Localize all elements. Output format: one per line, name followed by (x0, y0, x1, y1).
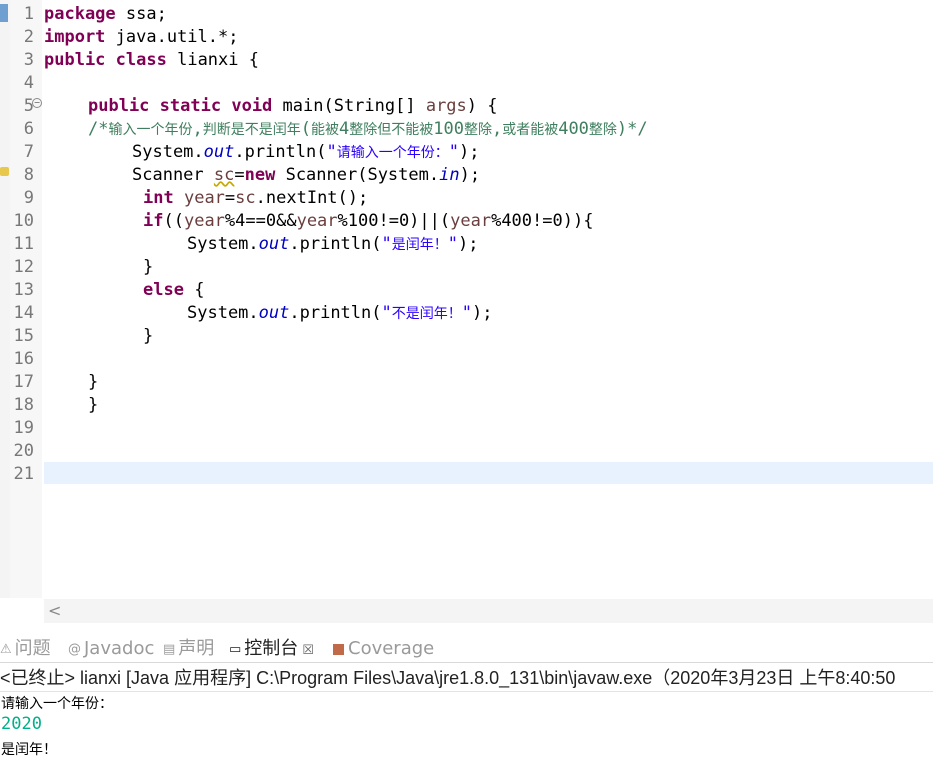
code-line-3: 3 public class lianxi { (0, 49, 933, 72)
console-process-header: <已终止> lianxi [Java 应用程序] C:\Program File… (0, 666, 933, 692)
code-text: } (88, 372, 99, 392)
line-number: 16 (13, 349, 34, 369)
code-line-18: 18 } (0, 394, 933, 417)
line-number: 6 (23, 119, 34, 139)
line-number: 20 (13, 441, 34, 461)
declaration-icon: ▤ (163, 642, 176, 657)
code-line-6: 6 /*输入一个年份,判断是不是闰年(能被4整除但不能被100整除,或者能被40… (0, 118, 933, 141)
code-line-11: 11 System.out.println("是闰年！"); (0, 233, 933, 256)
code-editor[interactable]: − 1 package ssa; 2 import java.util.*; 3… (0, 0, 933, 598)
code-text: import java.util.*; (44, 27, 239, 47)
line-number: 14 (13, 303, 34, 323)
code-text: public class lianxi { (44, 50, 259, 70)
code-line-15: 15 } (0, 325, 933, 348)
line-number: 7 (23, 142, 34, 162)
code-line-14: 14 System.out.println("不是闰年！"); (0, 302, 933, 325)
coverage-icon (333, 644, 344, 655)
line-number: 2 (23, 27, 34, 47)
horizontal-scrollbar[interactable]: < (44, 599, 933, 623)
line-number: 17 (13, 372, 34, 392)
code-line-17: 17 } (0, 371, 933, 394)
line-number: 4 (23, 73, 34, 93)
console-output-line: 请输入一个年份： (1, 696, 113, 712)
code-text: public static void main(String[] args) { (88, 96, 498, 116)
scroll-left-icon[interactable]: < (48, 599, 61, 623)
line-number: 5 (23, 96, 34, 116)
tab-label: 控制台 (244, 638, 299, 659)
line-number: 18 (13, 395, 34, 415)
tab-label: Coverage (348, 638, 435, 659)
line-number: 9 (23, 188, 34, 208)
line-number: 1 (23, 4, 34, 24)
line-number: 3 (23, 50, 34, 70)
line-number: 12 (13, 257, 34, 277)
console-input-line: 2020 (1, 714, 42, 734)
code-text: int year=sc.nextInt(); (143, 188, 369, 208)
code-line-7: 7 System.out.println("请输入一个年份："); (0, 141, 933, 164)
code-text: package ssa; (44, 4, 167, 24)
code-line-21: 21 (0, 463, 933, 486)
comment-text: /*输入一个年份,判断是不是闰年(能被4整除但不能被100整除,或者能被400整… (88, 119, 648, 139)
code-line-2: 2 import java.util.*; (0, 26, 933, 49)
console-icon: ▭ (229, 642, 242, 657)
tab-problems[interactable]: ⚠ 问题 (0, 636, 51, 662)
editor-corner (0, 598, 44, 624)
line-number: 13 (13, 280, 34, 300)
javadoc-icon: @ (68, 642, 81, 657)
tab-label: Javadoc (84, 638, 155, 659)
code-line-16: 16 (0, 348, 933, 371)
code-text: } (143, 326, 154, 346)
code-text: System.out.println("请输入一个年份："); (132, 142, 480, 162)
code-line-13: 13 else { (0, 279, 933, 302)
code-line-10: 10 if((year%4==0&&year%100!=0)||(year%40… (0, 210, 933, 233)
code-text: System.out.println("不是闰年！"); (187, 303, 493, 323)
code-text: else { (143, 280, 205, 300)
close-icon[interactable]: ☒ (302, 643, 314, 658)
code-text: if((year%4==0&&year%100!=0)||(year%400!=… (143, 211, 594, 231)
tab-coverage[interactable]: Coverage (333, 636, 434, 662)
tab-label: 声明 (178, 638, 215, 659)
code-line-5: 5 public static void main(String[] args)… (0, 95, 933, 118)
code-text: Scanner sc=new Scanner(System.in); (132, 165, 481, 185)
code-text: } (88, 395, 99, 415)
problems-icon: ⚠ (0, 642, 12, 657)
code-line-12: 12 } (0, 256, 933, 279)
line-number: 19 (13, 418, 34, 438)
code-text: } (143, 257, 154, 277)
code-text: System.out.println("是闰年！"); (187, 234, 479, 254)
line-number: 8 (23, 165, 34, 185)
line-number: 21 (13, 464, 34, 484)
code-line-1: 1 package ssa; (0, 3, 933, 26)
code-line-19: 19 (0, 417, 933, 440)
tab-label: 问题 (14, 638, 51, 659)
tab-declaration[interactable]: ▤ 声明 (163, 636, 214, 662)
code-line-9: 9 int year=sc.nextInt(); (0, 187, 933, 210)
line-number: 10 (13, 211, 34, 231)
code-line-8: 8 Scanner sc=new Scanner(System.in); (0, 164, 933, 187)
code-line-20: 20 (0, 440, 933, 463)
console-output-line: 是闰年！ (1, 742, 57, 758)
tab-console[interactable]: ▭ 控制台 ☒ (229, 636, 314, 662)
line-number: 15 (13, 326, 34, 346)
code-line-4: 4 (0, 72, 933, 95)
view-tab-bar: ⚠ 问题 @ Javadoc ▤ 声明 ▭ 控制台 ☒ Coverage (0, 636, 933, 663)
line-number: 11 (13, 234, 34, 254)
tab-javadoc[interactable]: @ Javadoc (68, 636, 154, 662)
